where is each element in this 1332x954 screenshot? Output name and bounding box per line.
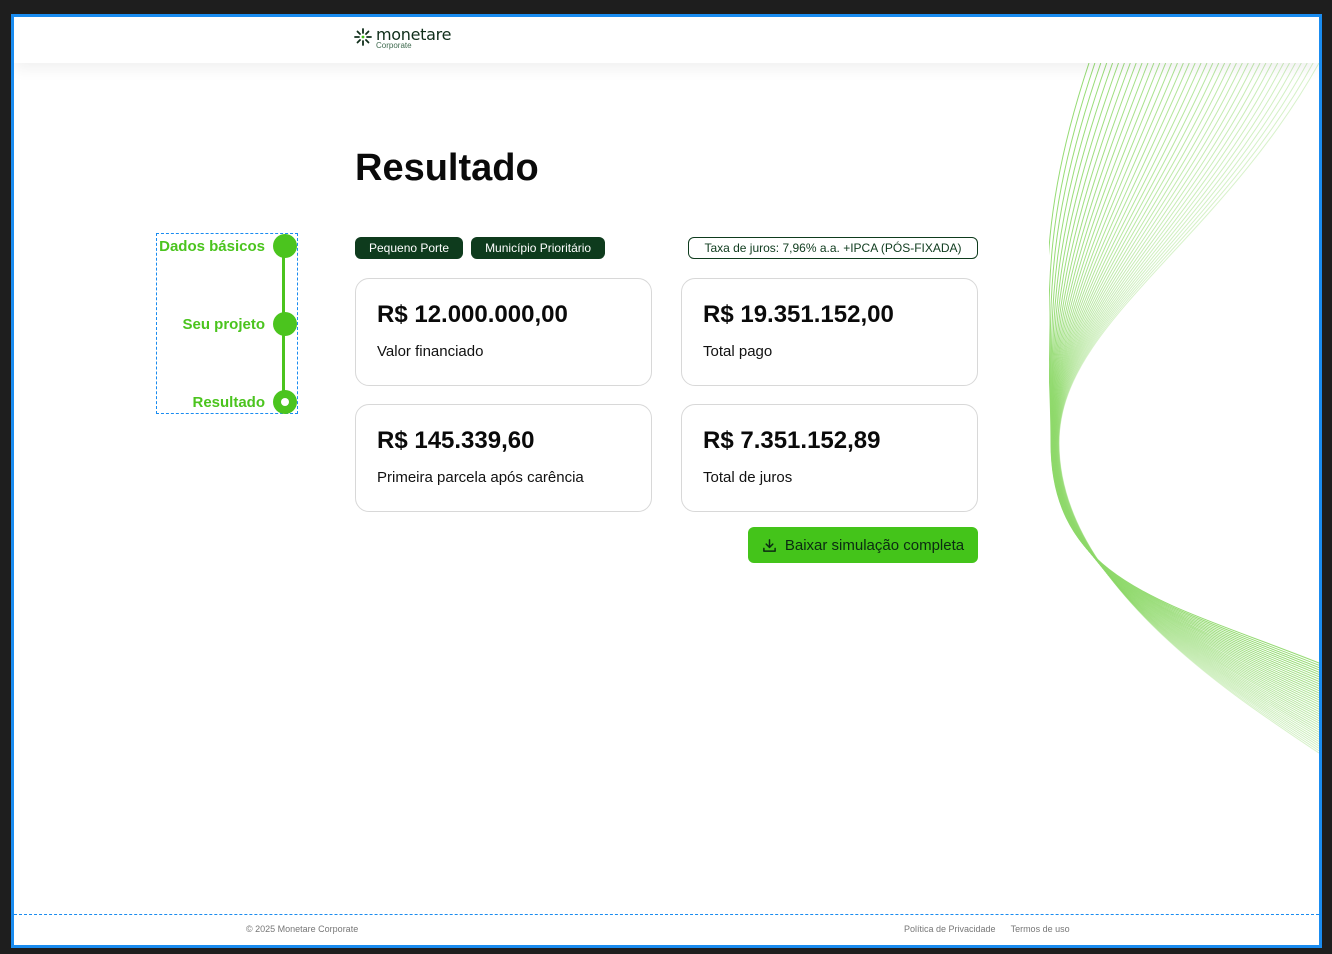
step-resultado[interactable]: Resultado xyxy=(192,390,297,414)
download-icon xyxy=(763,538,776,552)
card-value: R$ 145.339,60 xyxy=(377,427,535,454)
download-button-label: Baixar simulação completa xyxy=(784,536,965,554)
municipality-badge: Município Prioritário xyxy=(471,237,606,259)
card-value: R$ 19.351.152,00 xyxy=(703,301,894,328)
card-value: R$ 12.000.000,00 xyxy=(377,301,568,328)
summary-card-financed: R$ 12.000.000,00 Valor financiado xyxy=(355,278,652,386)
summary-card-first-installment: R$ 145.339,60 Primeira parcela após carê… xyxy=(355,404,652,512)
tag-list: Pequeno Porte Município Prioritário xyxy=(355,237,606,259)
download-simulation-button[interactable]: Baixar simulação completa xyxy=(748,527,978,563)
step-complete-dot xyxy=(273,234,297,258)
footer-links: Política de Privacidade Termos de uso xyxy=(904,924,1070,934)
logo[interactable]: monetare Corporate xyxy=(353,27,451,50)
card-label: Total pago xyxy=(703,343,773,360)
card-label: Primeira parcela após carência xyxy=(377,469,584,486)
footer: © 2025 Monetare Corporate Política de Pr… xyxy=(14,914,1319,945)
step-current-dot xyxy=(273,390,297,414)
card-label: Total de juros xyxy=(703,469,793,486)
summary-card-total-paid: R$ 19.351.152,00 Total pago xyxy=(681,278,978,386)
step-complete-dot xyxy=(273,312,297,336)
app-window: monetare Corporate Resultado Dados básic… xyxy=(11,14,1322,948)
logo-subtitle: Corporate xyxy=(376,41,412,50)
size-badge: Pequeno Porte xyxy=(355,237,464,259)
step-seu-projeto[interactable]: Seu projeto xyxy=(182,312,297,336)
summary-card-total-interest: R$ 7.351.152,89 Total de juros xyxy=(681,404,978,512)
step-label: Dados básicos xyxy=(159,237,265,255)
header: monetare Corporate xyxy=(14,17,1319,63)
step-label: Seu projeto xyxy=(182,315,265,333)
decorative-wave-lines xyxy=(1049,63,1319,754)
interest-rate-badge: Taxa de juros: 7,96% a.a. +IPCA (PÓS-FIX… xyxy=(688,237,978,259)
terms-of-use-link[interactable]: Termos de uso xyxy=(1011,924,1070,934)
progress-stepper: Dados básicos Seu projeto Resultado xyxy=(156,233,298,414)
monetare-logo-icon xyxy=(354,28,372,46)
step-label: Resultado xyxy=(192,393,265,411)
card-value: R$ 7.351.152,89 xyxy=(703,427,881,454)
privacy-policy-link[interactable]: Política de Privacidade xyxy=(904,924,996,934)
page-title: Resultado xyxy=(355,147,539,189)
copyright-text: © 2025 Monetare Corporate xyxy=(246,924,359,934)
card-label: Valor financiado xyxy=(377,343,484,360)
step-dados-basicos[interactable]: Dados básicos xyxy=(159,234,297,258)
